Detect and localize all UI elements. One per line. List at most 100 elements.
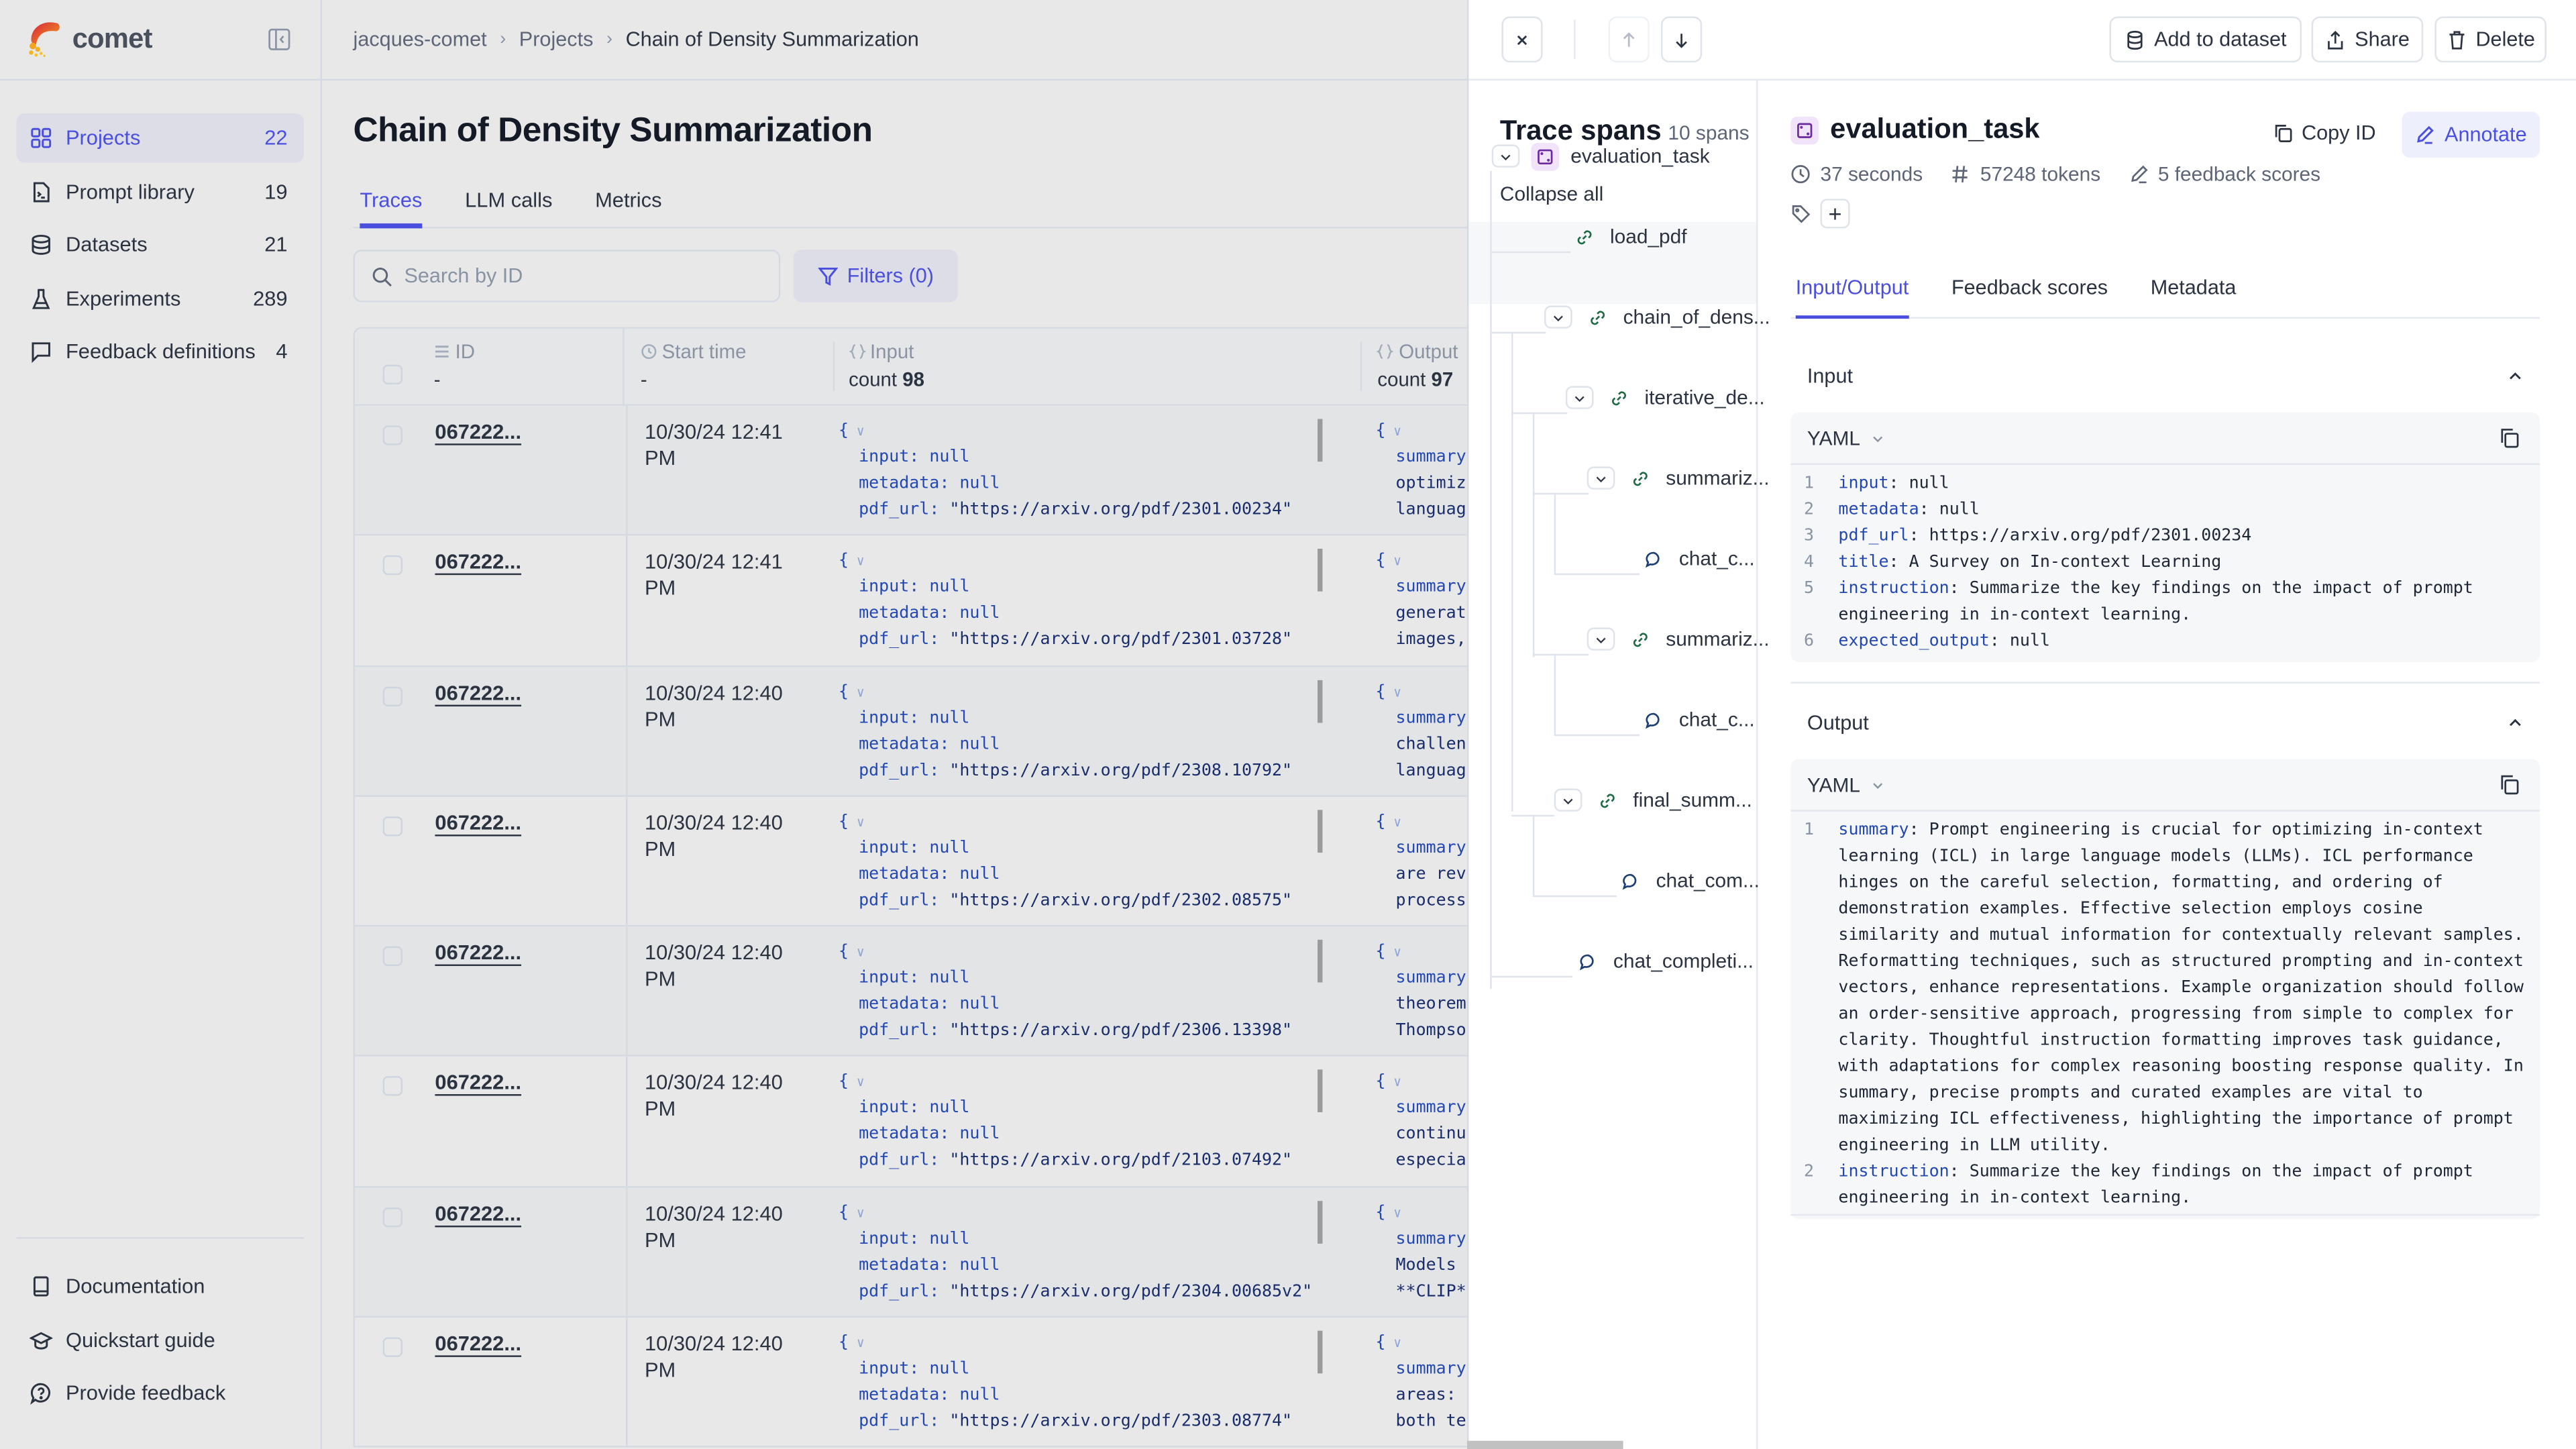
cell-scrollbar[interactable]: [1318, 419, 1324, 462]
chevron-down-icon[interactable]: ∨: [1386, 945, 1401, 960]
chevron-down-icon[interactable]: ∨: [849, 1075, 865, 1090]
row-checkbox[interactable]: [382, 816, 403, 837]
trace-id-link[interactable]: 067222...: [435, 666, 627, 704]
sidebar-item-experiments[interactable]: Experiments 289: [16, 274, 304, 323]
tab-traces[interactable]: Traces: [360, 174, 423, 229]
chevron-down-icon[interactable]: ∨: [849, 814, 865, 829]
chevron-down-icon[interactable]: ∨: [849, 1336, 865, 1350]
row-checkbox[interactable]: [382, 425, 403, 445]
expand-toggle[interactable]: [1491, 144, 1520, 168]
column-header-id[interactable]: ID -: [424, 329, 623, 405]
add-to-dataset-button[interactable]: Add to dataset: [2109, 16, 2302, 63]
table-row[interactable]: 067222... 10/30/24 12:40 PM{ ∨ input: nul…: [353, 796, 1503, 927]
cell-scrollbar[interactable]: [1318, 549, 1324, 592]
span-node[interactable]: summariz...: [1587, 625, 1770, 654]
tab-input-output[interactable]: Input/Output: [1795, 266, 1909, 319]
row-checkbox[interactable]: [382, 1337, 403, 1358]
input-section-header[interactable]: Input: [1790, 354, 2540, 400]
collapse-all-button[interactable]: Collapse all: [1500, 182, 1603, 205]
cell-scrollbar[interactable]: [1318, 1070, 1324, 1114]
select-all-checkbox[interactable]: [382, 364, 403, 385]
span-node[interactable]: load_pdf: [1570, 222, 1687, 252]
tab-llm-calls[interactable]: LLM calls: [465, 174, 552, 227]
chevron-down-icon[interactable]: ∨: [849, 424, 865, 439]
close-button[interactable]: [1501, 16, 1543, 63]
tab-metrics[interactable]: Metrics: [595, 174, 661, 227]
chevron-down-icon[interactable]: ∨: [849, 945, 865, 960]
annotate-button[interactable]: Annotate: [2402, 111, 2540, 158]
table-row[interactable]: 067222... 10/30/24 12:41 PM{ ∨ input: nul…: [353, 405, 1503, 537]
tab-metadata[interactable]: Metadata: [2151, 266, 2237, 317]
chevron-down-icon[interactable]: ∨: [849, 1205, 865, 1220]
column-header-start-time[interactable]: Start time -: [622, 328, 833, 405]
filters-button[interactable]: Filters (0): [793, 250, 958, 303]
expand-toggle[interactable]: [1544, 305, 1572, 329]
row-checkbox[interactable]: [382, 1077, 403, 1097]
row-checkbox[interactable]: [382, 947, 403, 967]
format-select[interactable]: YAML: [1807, 427, 1885, 449]
table-row[interactable]: 067222... 10/30/24 12:40 PM{ ∨ input: nul…: [353, 926, 1503, 1057]
output-section-header[interactable]: Output: [1790, 700, 2540, 746]
delete-button[interactable]: Delete: [2434, 16, 2546, 63]
trace-id-link[interactable]: 067222...: [435, 1057, 627, 1095]
cell-scrollbar[interactable]: [1318, 940, 1324, 983]
table-row[interactable]: 067222... 10/30/24 12:40 PM{ ∨ input: nul…: [353, 666, 1503, 797]
sidebar-item-provide-feedback[interactable]: Provide feedback: [16, 1368, 304, 1417]
next-trace-button[interactable]: [1660, 16, 1703, 63]
chevron-down-icon[interactable]: ∨: [1386, 814, 1401, 829]
trace-id-link[interactable]: 067222...: [435, 796, 627, 835]
trace-id-link[interactable]: 067222...: [435, 536, 627, 574]
add-tag-button[interactable]: +: [1820, 199, 1850, 229]
tab-feedback-scores[interactable]: Feedback scores: [1951, 266, 2108, 317]
row-checkbox[interactable]: [382, 555, 403, 576]
span-node[interactable]: chat_completi...: [1574, 947, 1754, 976]
sidebar-item-documentation[interactable]: Documentation: [16, 1262, 304, 1311]
copy-icon[interactable]: [2499, 773, 2520, 795]
chevron-down-icon[interactable]: ∨: [1386, 1336, 1401, 1350]
sidebar-item-datasets[interactable]: Datasets 21: [16, 221, 304, 270]
column-header-input[interactable]: Input count 98: [832, 329, 1361, 405]
span-node[interactable]: final_summ...: [1554, 786, 1752, 815]
table-row[interactable]: 067222... 10/30/24 12:40 PM{ ∨ input: nul…: [353, 1187, 1503, 1318]
table-row[interactable]: 067222... 10/30/24 12:40 PM{ ∨ input: nul…: [353, 1057, 1503, 1188]
span-node[interactable]: chat_com...: [1617, 866, 1760, 896]
table-row[interactable]: 067222... 10/30/24 12:40 PM{ ∨ input: nul…: [353, 1318, 1503, 1448]
breadcrumb-projects[interactable]: Projects: [519, 28, 594, 51]
sidebar-item-feedback-definitions[interactable]: Feedback definitions 4: [16, 327, 304, 376]
horizontal-scrollbar[interactable]: [1466, 1440, 1623, 1449]
chevron-down-icon[interactable]: ∨: [1386, 424, 1401, 439]
copy-id-button[interactable]: Copy ID: [2273, 121, 2376, 145]
search-input[interactable]: Search by ID: [353, 250, 781, 303]
chevron-down-icon[interactable]: ∨: [1386, 554, 1401, 569]
span-node[interactable]: iterative_de...: [1565, 383, 1765, 413]
chevron-down-icon[interactable]: ∨: [849, 554, 865, 569]
trace-id-link[interactable]: 067222...: [435, 1187, 627, 1225]
span-node[interactable]: chat_c...: [1640, 705, 1755, 735]
row-checkbox[interactable]: [382, 1207, 403, 1227]
sidebar-item-prompt-library[interactable]: Prompt library 19: [16, 167, 304, 216]
copy-icon[interactable]: [2499, 427, 2520, 449]
cell-scrollbar[interactable]: [1318, 1330, 1324, 1374]
expand-toggle[interactable]: [1587, 466, 1615, 490]
trace-id-link[interactable]: 067222...: [435, 406, 627, 443]
sidebar-item-projects[interactable]: Projects 22: [16, 113, 305, 163]
format-select[interactable]: YAML: [1807, 773, 1885, 796]
span-node[interactable]: summariz...: [1587, 464, 1770, 493]
chevron-down-icon[interactable]: ∨: [1386, 684, 1401, 699]
trace-id-link[interactable]: 067222...: [435, 927, 627, 965]
cell-scrollbar[interactable]: [1318, 810, 1324, 853]
cell-scrollbar[interactable]: [1318, 679, 1324, 722]
chevron-down-icon[interactable]: ∨: [1386, 1075, 1401, 1090]
collapse-sidebar-icon[interactable]: [268, 28, 290, 51]
chevron-down-icon[interactable]: ∨: [1386, 1205, 1401, 1220]
span-node[interactable]: evaluation_task: [1491, 142, 1710, 171]
chevron-down-icon[interactable]: ∨: [849, 684, 865, 699]
expand-toggle[interactable]: [1587, 627, 1615, 651]
table-row[interactable]: 067222... 10/30/24 12:41 PM{ ∨ input: nul…: [353, 536, 1503, 667]
share-button[interactable]: Share: [2311, 16, 2424, 63]
expand-toggle[interactable]: [1554, 788, 1582, 812]
breadcrumb-workspace[interactable]: jacques-comet: [354, 28, 487, 51]
previous-trace-button[interactable]: [1608, 16, 1650, 63]
cell-scrollbar[interactable]: [1318, 1200, 1324, 1244]
expand-toggle[interactable]: [1565, 386, 1594, 409]
